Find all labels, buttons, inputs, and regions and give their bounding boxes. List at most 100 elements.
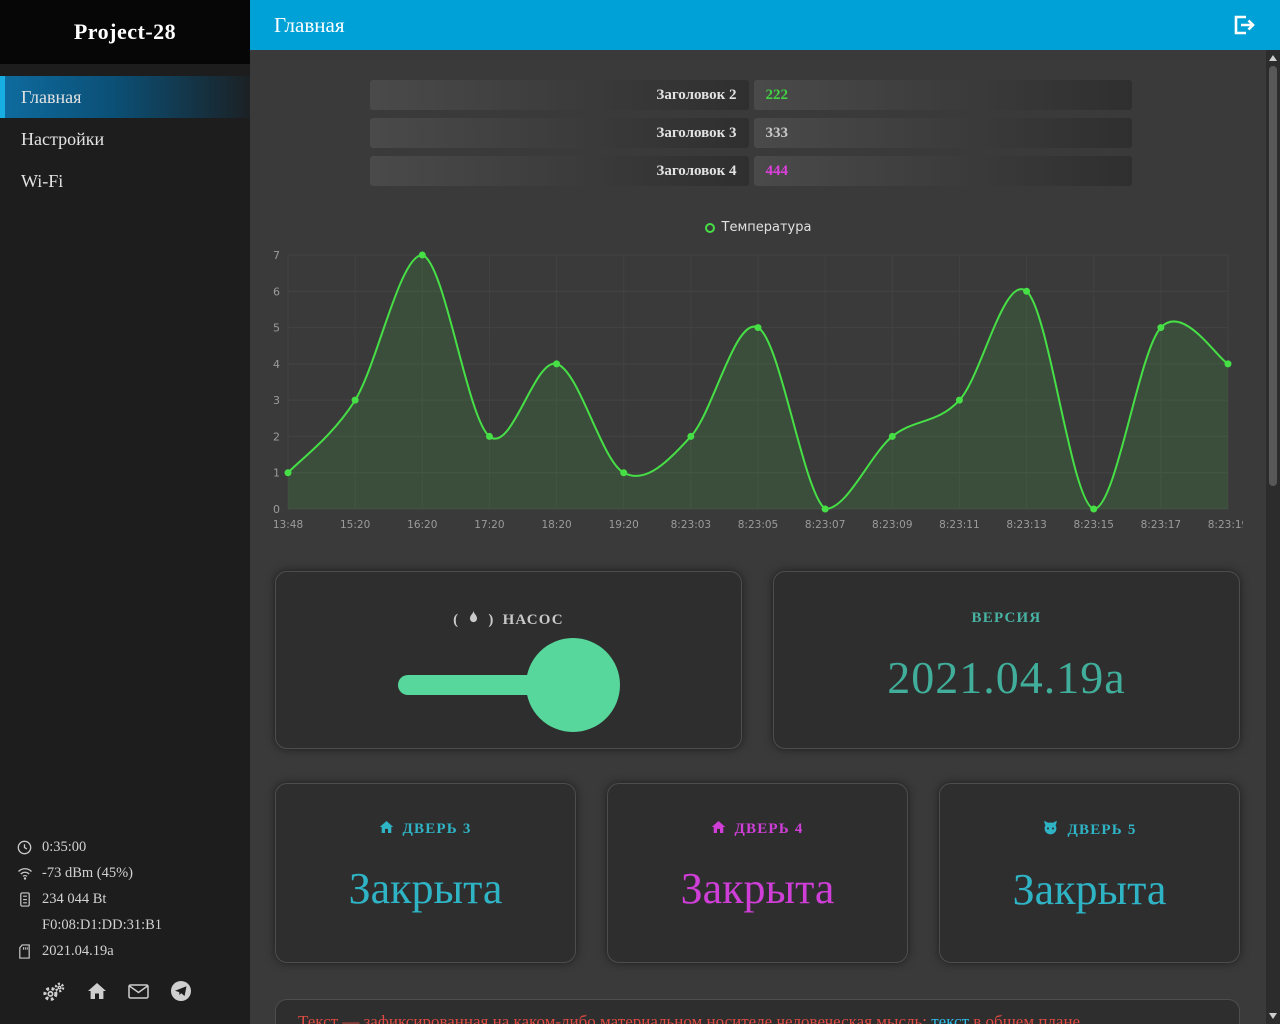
text-part-1: Текст — зафиксированная на каком-либо ма…	[298, 1012, 927, 1024]
top-bar: Главная	[250, 0, 1280, 50]
table-row: Заголовок 2 222	[370, 80, 1132, 110]
sidebar-nav: Главная Настройки Wi-Fi	[0, 76, 250, 202]
svg-text:8:23:07: 8:23:07	[805, 519, 845, 531]
sidebar-item-label: Настройки	[21, 128, 105, 149]
sidebar-item-main[interactable]: Главная	[0, 76, 250, 118]
toggle-knob[interactable]	[525, 638, 620, 732]
text-part-2: в общем плане	[973, 1012, 1081, 1024]
door-4-state: Закрыта	[680, 864, 835, 913]
svg-text:8:23:13: 8:23:13	[1006, 519, 1046, 531]
cards-row-2: ДВЕРЬ 3 Закрыта ДВЕРЬ 4 Закрыта ДВЕРЬ 5 …	[275, 783, 1240, 963]
uptime-value: 0:35:00	[42, 838, 87, 855]
telegram-icon[interactable]	[170, 980, 192, 1002]
door-3-state: Закрыта	[348, 864, 503, 913]
version-card-title: ВЕРСИЯ	[971, 610, 1042, 626]
scroll-down-icon[interactable]	[1269, 1013, 1277, 1019]
legend-marker-icon	[704, 222, 715, 233]
home-icon	[711, 820, 726, 839]
row-value: 222	[753, 80, 1132, 110]
scrollbar[interactable]	[1266, 50, 1280, 1024]
table-row: Заголовок 4 444	[370, 156, 1132, 186]
chart-legend: Температура	[250, 220, 1266, 235]
sidebar-status: 0:35:00 -73 dBm (45%) 234 044 Bt F0:08:D…	[0, 834, 250, 964]
status-mac: F0:08:D1:DD:31:B1	[16, 912, 250, 938]
door-5-card: ДВЕРЬ 5 Закрыта	[939, 783, 1240, 963]
sd-card-icon	[16, 943, 33, 959]
svg-text:8:23:17: 8:23:17	[1141, 519, 1181, 531]
text-card: Текст — зафиксированная на каком-либо ма…	[275, 999, 1240, 1024]
row-label: Заголовок 3	[370, 118, 749, 148]
pump-toggle[interactable]	[397, 636, 620, 734]
svg-text:1: 1	[273, 467, 280, 480]
svg-text:8:23:03: 8:23:03	[671, 519, 711, 531]
svg-text:19:20: 19:20	[609, 519, 639, 531]
values-table: Заголовок 2 222 Заголовок 3 333 Заголово…	[370, 80, 1132, 186]
row-label: Заголовок 2	[370, 80, 749, 110]
svg-text:3: 3	[273, 394, 280, 407]
svg-text:17:20: 17:20	[474, 519, 504, 531]
door-4-card: ДВЕРЬ 4 Закрыта	[607, 783, 908, 963]
memory-icon	[16, 891, 33, 907]
scroll-up-icon[interactable]	[1269, 55, 1277, 61]
row-value: 444	[753, 156, 1132, 186]
sidebar: Project-28 Главная Настройки Wi-Fi 0:35:…	[0, 0, 250, 1024]
paren-right: )	[488, 611, 495, 628]
main-area: Главная Заголовок 2 222 Заголовок 3 333 …	[250, 0, 1280, 1024]
pump-card: ( ) НАСОС	[275, 571, 742, 749]
svg-text:8:23:09: 8:23:09	[872, 519, 912, 531]
door-5-state: Закрыта	[1012, 865, 1167, 914]
sidebar-item-wifi[interactable]: Wi-Fi	[0, 160, 250, 202]
svg-text:8:23:11: 8:23:11	[939, 519, 979, 531]
door-4-header: ДВЕРЬ 4	[608, 820, 907, 839]
svg-text:15:20: 15:20	[340, 519, 370, 531]
version-value: 2021.04.19a	[887, 652, 1126, 703]
svg-text:2: 2	[273, 430, 280, 443]
page-content: Заголовок 2 222 Заголовок 3 333 Заголово…	[250, 50, 1266, 1024]
status-uptime: 0:35:00	[16, 834, 250, 860]
sidebar-item-label: Главная	[21, 86, 82, 107]
sidebar-icon-bar	[0, 964, 250, 1024]
legend-label: Температура	[721, 220, 812, 235]
line-chart: 0 1 2 3 4 5 6 7 13:48 15:20 16:20 17:20 18:20 19:20 8:…	[273, 249, 1243, 531]
sidebar-item-settings[interactable]: Настройки	[0, 118, 250, 160]
version-card: ВЕРСИЯ 2021.04.19a	[773, 571, 1240, 749]
svg-text:6: 6	[273, 285, 280, 298]
flame-icon	[467, 610, 480, 630]
wifi-icon	[16, 867, 33, 880]
svg-text:8:23:19: 8:23:19	[1208, 519, 1243, 531]
svg-text:16:20: 16:20	[407, 519, 437, 531]
app-window: Project-28 Главная Настройки Wi-Fi 0:35:…	[0, 0, 1280, 1024]
firmware-version-value: 2021.04.19a	[42, 942, 114, 959]
wifi-value: -73 dBm (45%)	[42, 864, 134, 881]
svg-text:7: 7	[273, 249, 280, 262]
cat-icon	[1042, 820, 1059, 840]
pump-card-title: НАСОС	[502, 611, 564, 628]
svg-text:8:23:05: 8:23:05	[738, 519, 778, 531]
row-value: 333	[753, 118, 1132, 148]
clock-icon	[16, 840, 33, 855]
svg-text:5: 5	[273, 322, 280, 335]
door-5-title: ДВЕРЬ 5	[1067, 821, 1137, 838]
door-3-header: ДВЕРЬ 3	[276, 820, 575, 839]
door-3-card: ДВЕРЬ 3 Закрыта	[275, 783, 576, 963]
home-icon[interactable]	[87, 982, 107, 1000]
sidebar-item-label: Wi-Fi	[21, 170, 64, 191]
door-3-title: ДВЕРЬ 3	[402, 821, 472, 837]
svg-text:13:48: 13:48	[273, 519, 303, 531]
door-5-header: ДВЕРЬ 5	[940, 820, 1239, 840]
status-memory: 234 044 Bt	[16, 886, 250, 912]
scrollbar-thumb[interactable]	[1269, 66, 1277, 486]
mac-value: F0:08:D1:DD:31:B1	[42, 916, 163, 933]
gears-icon[interactable]	[42, 982, 66, 1001]
paren-left: (	[453, 611, 460, 628]
envelope-icon[interactable]	[128, 983, 149, 999]
home-icon	[379, 820, 394, 839]
svg-text:8:23:15: 8:23:15	[1073, 519, 1113, 531]
pump-card-header: ( ) НАСОС	[276, 610, 741, 630]
table-row: Заголовок 3 333	[370, 118, 1132, 148]
temperature-chart: Температура 0 1 2 3 4 5 6 7 13:48 15:20 16:20 17:20…	[250, 220, 1266, 541]
text-link[interactable]: текст	[931, 1012, 969, 1024]
svg-text:18:20: 18:20	[541, 519, 571, 531]
logout-icon[interactable]	[1230, 13, 1256, 37]
